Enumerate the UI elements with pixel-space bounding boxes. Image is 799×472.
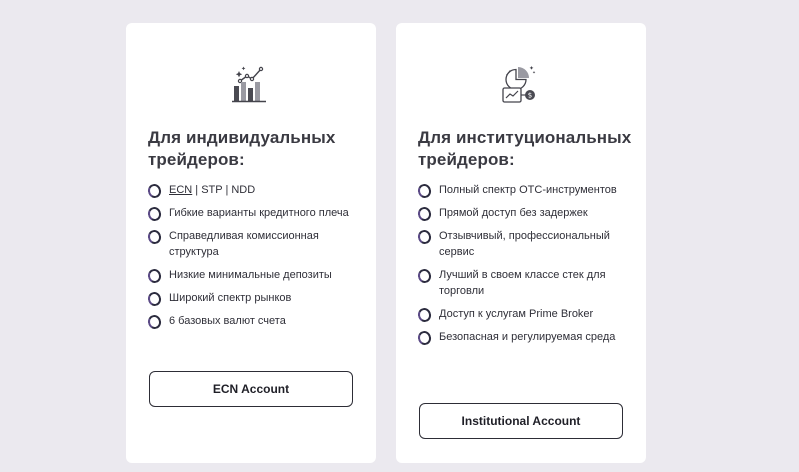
feature-text: Лучший в своем классе стек для торговли: [439, 269, 606, 297]
institutional-account-button[interactable]: Institutional Account: [419, 403, 623, 439]
feature-list: Полный спектр OTC-инструментов Прямой до…: [416, 182, 628, 352]
list-item: ECN | STP | NDD: [146, 182, 358, 200]
circle-bullet-icon: [146, 290, 163, 308]
list-item: Широкий спектр рынков: [146, 290, 358, 308]
card-title: Для институциональных трейдеров:: [418, 128, 632, 169]
list-item: Гибкие варианты кредитного плеча: [146, 205, 358, 223]
ecn-account-button[interactable]: ECN Account: [149, 371, 353, 407]
list-item: Безопасная и регулируемая среда: [416, 329, 628, 347]
feature-text: Широкий спектр рынков: [169, 292, 292, 304]
circle-bullet-icon: [146, 228, 163, 246]
feature-list: ECN | STP | NDD Гибкие варианты кредитно…: [146, 182, 358, 336]
feature-text: Отзывчивый, профессиональный сервис: [439, 230, 610, 258]
list-item: Лучший в своем классе стек для торговли: [416, 267, 628, 299]
card-title: Для индивидуальных трейдеров:: [148, 128, 336, 169]
feature-text: Доступ к услугам Prime Broker: [439, 308, 594, 320]
bar-chart-growth-icon: [232, 66, 266, 103]
svg-text:$: $: [528, 92, 532, 100]
list-item: 6 базовых валют счета: [146, 313, 358, 331]
list-item: Низкие минимальные депозиты: [146, 267, 358, 285]
circle-bullet-icon: [416, 182, 433, 200]
list-item: Полный спектр OTC-инструментов: [416, 182, 628, 200]
list-item: Отзывчивый, профессиональный сервис: [416, 228, 628, 260]
circle-bullet-icon: [146, 205, 163, 223]
feature-text: Безопасная и регулируемая среда: [439, 331, 616, 343]
circle-bullet-icon: [146, 313, 163, 331]
list-item: Справедливая комиссионная структура: [146, 228, 358, 260]
feature-text: Прямой доступ без задержек: [439, 207, 588, 219]
individual-traders-card: Для индивидуальных трейдеров: ECN | STP …: [126, 23, 376, 463]
circle-bullet-icon: [146, 182, 163, 200]
feature-text: Низкие минимальные депозиты: [169, 269, 332, 281]
circle-bullet-icon: [416, 306, 433, 324]
institutional-analytics-icon: $: [502, 66, 536, 103]
ecn-link[interactable]: ECN: [169, 184, 192, 196]
list-item: Прямой доступ без задержек: [416, 205, 628, 223]
circle-bullet-icon: [416, 329, 433, 347]
circle-bullet-icon: [416, 205, 433, 223]
institutional-traders-card: $ Для институциональных трейдеров: Полны…: [396, 23, 646, 463]
feature-text: Гибкие варианты кредитного плеча: [169, 207, 349, 219]
feature-text: 6 базовых валют счета: [169, 315, 286, 327]
feature-text: Полный спектр OTC-инструментов: [439, 184, 617, 196]
circle-bullet-icon: [146, 267, 163, 285]
circle-bullet-icon: [416, 267, 433, 285]
circle-bullet-icon: [416, 228, 433, 246]
list-item: Доступ к услугам Prime Broker: [416, 306, 628, 324]
feature-text: Справедливая комиссионная структура: [169, 230, 319, 258]
feature-text: | STP | NDD: [192, 184, 256, 196]
